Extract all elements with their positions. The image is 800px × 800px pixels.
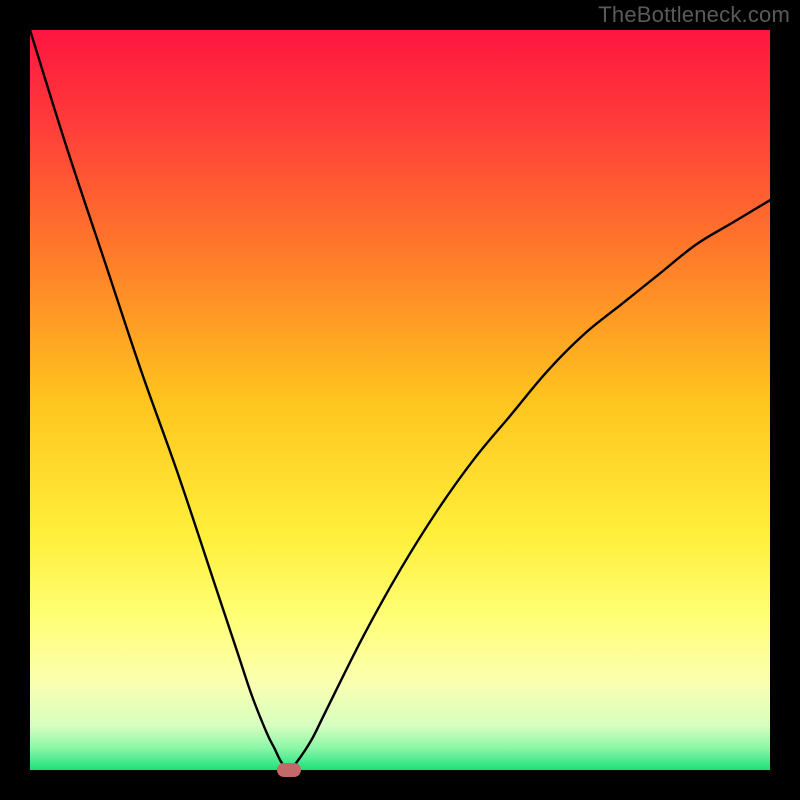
gradient-background (30, 30, 770, 770)
chart-plot-area (30, 30, 770, 770)
watermark-text: TheBottleneck.com (598, 2, 790, 28)
optimal-point-marker (277, 763, 301, 777)
chart-frame: TheBottleneck.com (0, 0, 800, 800)
chart-svg (30, 30, 770, 770)
